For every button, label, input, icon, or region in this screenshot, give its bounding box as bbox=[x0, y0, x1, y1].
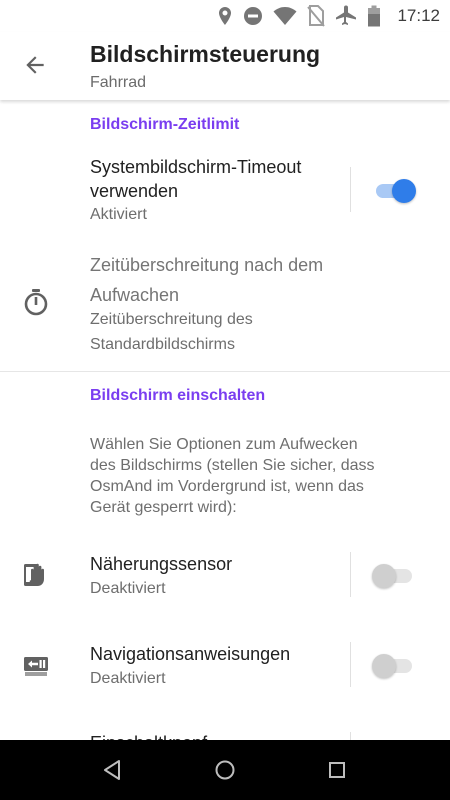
navigation-instructions-title: Navigationsanweisungen bbox=[90, 644, 291, 664]
proximity-sensor-title: Näherungssensor bbox=[90, 554, 233, 574]
toggle-thumb bbox=[372, 654, 396, 678]
system-timeout-title-line2: verwenden bbox=[90, 181, 179, 201]
wake-timeout-sub-line1: Zeitüberschreitung des bbox=[90, 311, 253, 328]
proximity-hand-icon bbox=[24, 563, 44, 586]
status-bar: 17:12 bbox=[0, 0, 450, 32]
stopwatch-icon bbox=[24, 289, 48, 316]
wake-timeout-sub-line2: Standardbildschirms bbox=[90, 336, 235, 353]
page-title: Bildschirmsteuerung bbox=[90, 41, 321, 67]
wifi-icon bbox=[273, 7, 297, 25]
page-subtitle: Fahrrad bbox=[90, 74, 147, 91]
wake-timeout-title-line2: Aufwachen bbox=[90, 285, 180, 305]
item-separator bbox=[350, 642, 351, 687]
section-header-turn-screen-on: Bildschirm einschalten bbox=[90, 387, 266, 404]
system-nav-bar bbox=[0, 740, 450, 800]
status-icons: 17:12 bbox=[217, 4, 440, 28]
settings-list[interactable]: Bildschirm-Zeitlimit Systembildschirm-Ti… bbox=[0, 100, 450, 740]
app-bar: Bildschirmsteuerung Fahrrad bbox=[0, 32, 450, 100]
navigation-sign-icon bbox=[24, 657, 48, 676]
description-line: Wählen Sie Optionen zum Aufwecken bbox=[90, 436, 358, 453]
description-line: Gerät gesperrt wird): bbox=[90, 499, 237, 516]
proximity-sensor-toggle[interactable] bbox=[372, 561, 416, 589]
toggle-thumb bbox=[392, 179, 416, 203]
item-separator bbox=[350, 167, 351, 212]
airplane-icon bbox=[336, 5, 357, 25]
no-sim-icon bbox=[307, 5, 326, 27]
description-line: OsmAnd im Vordergrund ist, wenn das bbox=[90, 478, 364, 495]
location-icon bbox=[219, 7, 232, 25]
clock: 17:12 bbox=[397, 6, 440, 25]
navigation-instructions-toggle[interactable] bbox=[372, 651, 416, 679]
proximity-sensor-status: Deaktiviert bbox=[90, 580, 166, 597]
nav-back-icon[interactable] bbox=[101, 758, 125, 782]
navigation-instructions-status: Deaktiviert bbox=[90, 670, 166, 687]
do-not-disturb-icon bbox=[244, 7, 263, 25]
description-line: des Bildschirms (stellen Sie sicher, das… bbox=[90, 457, 375, 474]
section-header-screen-timeout: Bildschirm-Zeitlimit bbox=[90, 116, 240, 133]
system-timeout-title-line1: Systembildschirm-Timeout bbox=[90, 157, 302, 177]
power-button-title: Einschaltknopf bbox=[90, 731, 207, 740]
back-arrow-icon[interactable] bbox=[22, 52, 48, 78]
battery-icon bbox=[368, 5, 381, 27]
toggle-thumb bbox=[372, 564, 396, 588]
system-timeout-status: Aktiviert bbox=[90, 206, 147, 223]
section-divider bbox=[0, 371, 450, 372]
nav-home-icon[interactable] bbox=[213, 758, 237, 782]
item-separator bbox=[350, 732, 351, 740]
nav-recents-icon[interactable] bbox=[325, 758, 349, 782]
item-separator bbox=[350, 552, 351, 597]
wake-timeout-title-line1: Zeitüberschreitung nach dem bbox=[90, 255, 324, 275]
system-timeout-toggle[interactable] bbox=[372, 176, 416, 204]
